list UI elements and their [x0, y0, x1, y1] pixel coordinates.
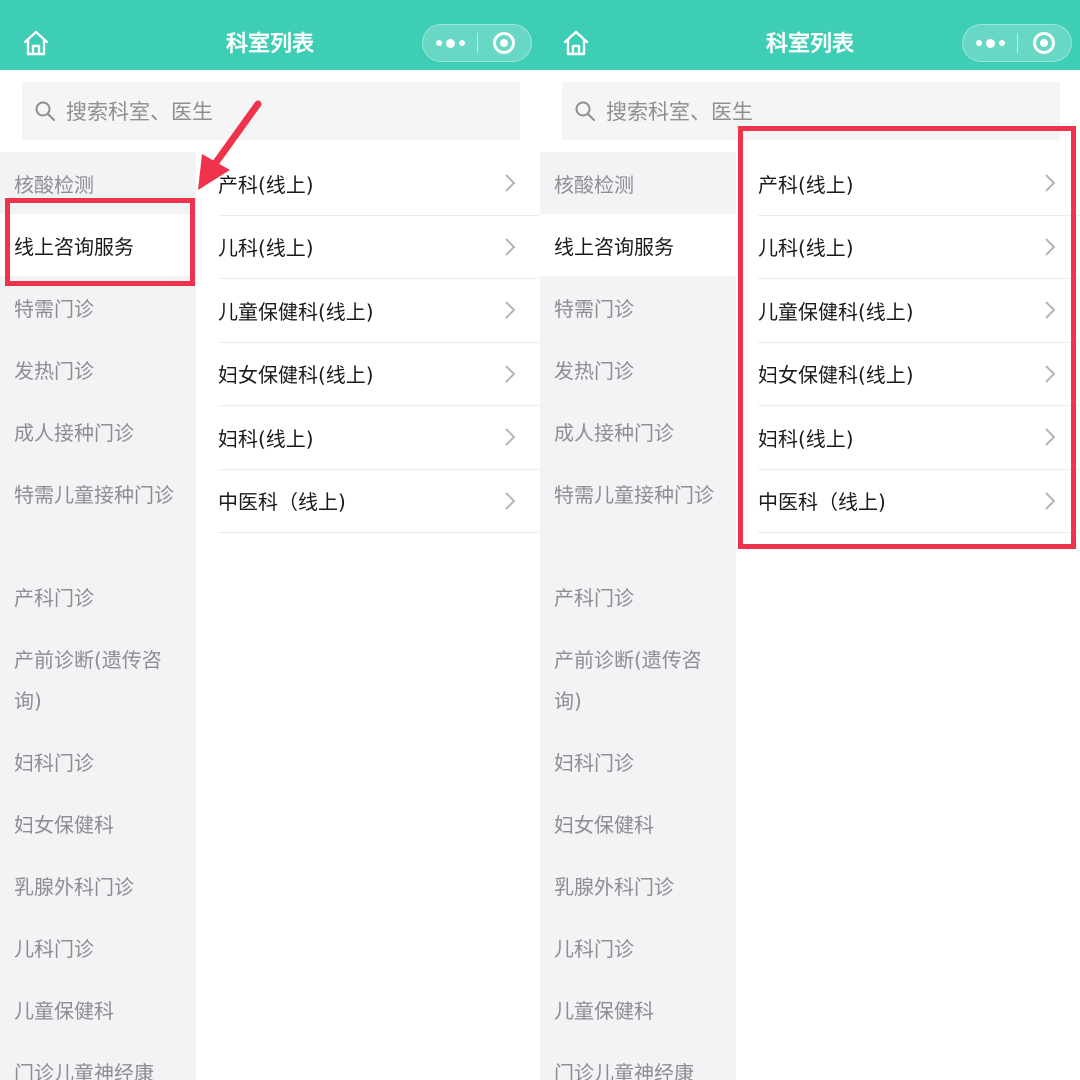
left-panel: 科室列表 搜索科室、医生 核酸检测 线上咨询服务 特需门诊 发热门诊 成人接种门…: [0, 0, 540, 1080]
sidebar-item[interactable]: 乳腺外科门诊: [540, 854, 736, 916]
sidebar-item[interactable]: 妇科门诊: [540, 730, 736, 792]
sidebar-item[interactable]: 成人接种门诊: [0, 400, 196, 462]
department-list-panel: 产科(线上) 儿科(线上) 儿童保健科(线上) 妇女保健科(线上) 妇科(线上)…: [196, 152, 540, 1080]
chevron-right-icon: [1045, 365, 1056, 383]
sidebar-item[interactable]: 乳腺外科门诊: [0, 854, 196, 916]
sidebar-item[interactable]: 成人接种门诊: [540, 400, 736, 462]
department-name: 儿童保健科(线上): [758, 299, 914, 324]
department-row[interactable]: 产科(线上): [218, 152, 540, 216]
menu-capsule: [962, 24, 1072, 62]
search-input[interactable]: 搜索科室、医生: [562, 82, 1060, 140]
chevron-right-icon: [505, 428, 516, 446]
sidebar-item[interactable]: 妇女保健科: [0, 792, 196, 854]
category-sidebar: 核酸检测 线上咨询服务 特需门诊 发热门诊 成人接种门诊 特需儿童接种门诊 产科…: [540, 152, 736, 1080]
sidebar-item[interactable]: 特需门诊: [0, 276, 196, 338]
more-dots-icon: [975, 38, 1005, 48]
sidebar-item[interactable]: 产科门诊: [0, 565, 196, 627]
department-browser: 核酸检测 线上咨询服务 特需门诊 发热门诊 成人接种门诊 特需儿童接种门诊 产科…: [540, 152, 1080, 1080]
search-bar: 搜索科室、医生: [0, 70, 540, 152]
more-button[interactable]: [963, 25, 1017, 61]
more-dots-icon: [435, 38, 465, 48]
comparison-stage: 科室列表 搜索科室、医生 核酸检测 线上咨询服务 特需门诊 发热门诊 成人接种门…: [0, 0, 1080, 1080]
department-row[interactable]: 妇女保健科(线上): [218, 343, 540, 406]
department-row[interactable]: 儿科(线上): [758, 216, 1080, 279]
department-row[interactable]: 妇科(线上): [218, 406, 540, 470]
department-list-panel: 产科(线上) 儿科(线上) 儿童保健科(线上) 妇女保健科(线上) 妇科(线上)…: [736, 152, 1080, 1080]
nav-header: 科室列表: [0, 0, 540, 70]
department-name: 产科(线上): [218, 172, 314, 197]
sidebar-item[interactable]: 产科门诊: [540, 565, 736, 627]
department-row[interactable]: 中医科（线上): [218, 470, 540, 533]
nav-header: 科室列表: [540, 0, 1080, 70]
chevron-right-icon: [1045, 301, 1056, 319]
department-name: 妇女保健科(线上): [218, 363, 374, 388]
department-name: 儿科(线上): [218, 236, 314, 261]
department-name: 中医科（线上): [218, 490, 346, 515]
department-name: 妇科(线上): [218, 426, 314, 451]
department-row[interactable]: 儿科(线上): [218, 216, 540, 279]
department-name: 儿童保健科(线上): [218, 299, 374, 324]
chevron-right-icon: [1045, 238, 1056, 256]
sidebar-item-active[interactable]: 线上咨询服务: [0, 214, 196, 276]
department-row[interactable]: 妇科(线上): [758, 406, 1080, 470]
sidebar-item[interactable]: 核酸检测: [0, 152, 196, 214]
sidebar-item[interactable]: 门诊儿童神经康: [540, 1040, 736, 1080]
chevron-right-icon: [505, 492, 516, 510]
department-row[interactable]: 妇女保健科(线上): [758, 343, 1080, 406]
sidebar-item[interactable]: 产前诊断(遗传咨询): [540, 627, 736, 730]
search-input[interactable]: 搜索科室、医生: [22, 82, 520, 140]
sidebar-item[interactable]: 特需门诊: [540, 276, 736, 338]
sidebar-item[interactable]: 儿童保健科: [0, 978, 196, 1040]
department-row[interactable]: 中医科（线上): [758, 470, 1080, 533]
department-list: 产科(线上) 儿科(线上) 儿童保健科(线上) 妇女保健科(线上) 妇科(线上)…: [218, 152, 540, 533]
search-placeholder: 搜索科室、医生: [606, 100, 753, 124]
department-name: 妇科(线上): [758, 426, 854, 451]
chevron-right-icon: [1045, 174, 1056, 192]
chevron-right-icon: [505, 174, 516, 192]
close-target-icon: [1033, 32, 1056, 54]
close-button[interactable]: [1018, 25, 1071, 61]
chevron-right-icon: [505, 238, 516, 256]
sidebar-item[interactable]: 发热门诊: [540, 338, 736, 400]
sidebar-item-active[interactable]: 线上咨询服务: [540, 214, 736, 276]
department-row[interactable]: 儿童保健科(线上): [758, 279, 1080, 343]
sidebar-item[interactable]: 妇女保健科: [540, 792, 736, 854]
chevron-right-icon: [1045, 428, 1056, 446]
chevron-right-icon: [505, 365, 516, 383]
sidebar-item[interactable]: 特需儿童接种门诊: [0, 462, 196, 565]
sidebar-item[interactable]: 核酸检测: [540, 152, 736, 214]
sidebar-item[interactable]: 儿科门诊: [540, 916, 736, 978]
sidebar-item[interactable]: 发热门诊: [0, 338, 196, 400]
more-button[interactable]: [423, 25, 477, 61]
department-name: 产科(线上): [758, 172, 854, 197]
sidebar-item[interactable]: 儿童保健科: [540, 978, 736, 1040]
sidebar-item[interactable]: 产前诊断(遗传咨询): [0, 627, 196, 730]
department-browser: 核酸检测 线上咨询服务 特需门诊 发热门诊 成人接种门诊 特需儿童接种门诊 产科…: [0, 152, 540, 1080]
department-name: 妇女保健科(线上): [758, 363, 914, 388]
search-bar: 搜索科室、医生: [540, 70, 1080, 152]
search-placeholder: 搜索科室、医生: [66, 100, 213, 124]
department-row[interactable]: 产科(线上): [758, 152, 1080, 216]
category-sidebar: 核酸检测 线上咨询服务 特需门诊 发热门诊 成人接种门诊 特需儿童接种门诊 产科…: [0, 152, 196, 1080]
search-icon: [575, 101, 595, 121]
sidebar-item[interactable]: 妇科门诊: [0, 730, 196, 792]
close-target-icon: [493, 32, 516, 54]
right-panel: 科室列表 搜索科室、医生 核酸检测 线上咨询服务 特需门诊 发热门诊 成人接种门…: [540, 0, 1080, 1080]
chevron-right-icon: [1045, 492, 1056, 510]
chevron-right-icon: [505, 301, 516, 319]
department-name: 儿科(线上): [758, 236, 854, 261]
department-name: 中医科（线上): [758, 490, 886, 515]
search-icon: [35, 101, 55, 121]
department-row[interactable]: 儿童保健科(线上): [218, 279, 540, 343]
menu-capsule: [422, 24, 532, 62]
sidebar-item[interactable]: 儿科门诊: [0, 916, 196, 978]
close-button[interactable]: [478, 25, 531, 61]
sidebar-item[interactable]: 特需儿童接种门诊: [540, 462, 736, 565]
department-list: 产科(线上) 儿科(线上) 儿童保健科(线上) 妇女保健科(线上) 妇科(线上)…: [758, 152, 1080, 533]
sidebar-item[interactable]: 门诊儿童神经康: [0, 1040, 196, 1080]
